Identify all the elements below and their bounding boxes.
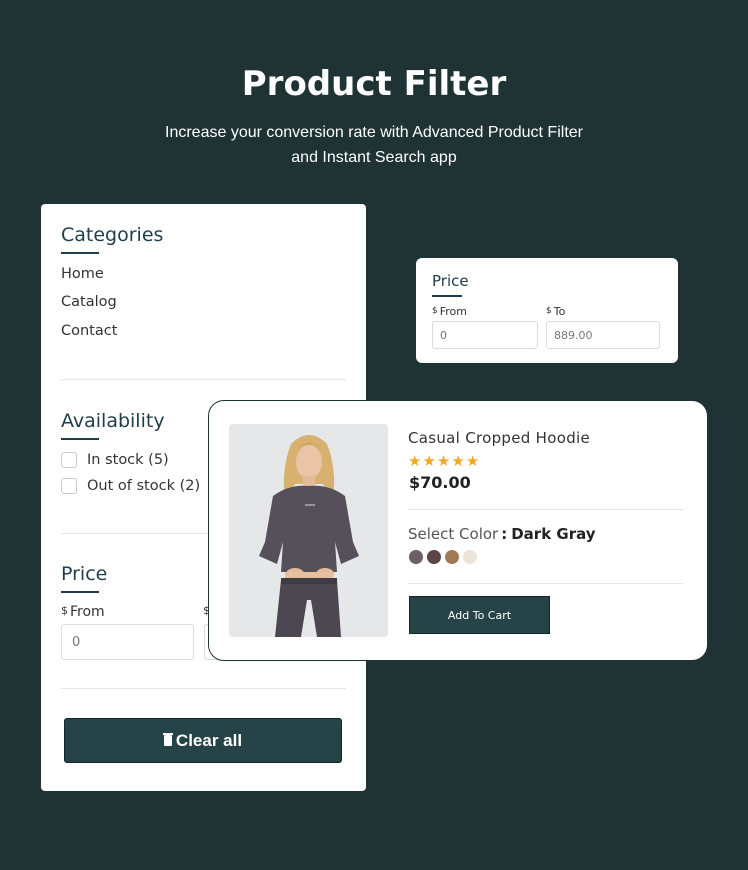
- star-icon: ★: [451, 452, 465, 470]
- price-card-title: Price: [432, 272, 469, 290]
- category-link-home[interactable]: Home: [61, 266, 104, 282]
- section-divider: [61, 688, 346, 689]
- clear-all-label: Clear all: [175, 730, 243, 750]
- price-underline: [61, 591, 99, 593]
- color-swatch[interactable]: [409, 550, 423, 564]
- in-stock-label: In stock (5): [87, 452, 169, 468]
- category-link-catalog[interactable]: Catalog: [61, 294, 117, 310]
- card-divider: [408, 509, 683, 510]
- price-card-underline: [432, 295, 462, 297]
- product-price: $70.00: [409, 473, 471, 492]
- page-title: Product Filter: [241, 64, 507, 104]
- availability-title: Availability: [61, 410, 165, 432]
- price-card-from-input[interactable]: [432, 321, 538, 349]
- selected-color: Dark Gray: [511, 525, 596, 543]
- color-swatch[interactable]: [427, 550, 441, 564]
- out-of-stock-checkbox[interactable]: [61, 478, 77, 494]
- card-divider: [408, 583, 683, 584]
- availability-option-out-of-stock[interactable]: Out of stock (2): [61, 478, 200, 494]
- category-link-contact[interactable]: Contact: [61, 323, 117, 339]
- star-icon: ★: [436, 452, 451, 470]
- star-icon: ★: [465, 452, 480, 470]
- categories-title: Categories: [61, 224, 164, 246]
- price-from-input[interactable]: [61, 624, 194, 660]
- color-swatch[interactable]: [463, 550, 477, 564]
- price-filter-card: Price $From $To: [416, 258, 678, 363]
- color-selector-label: Select Color: Dark Gray: [408, 525, 596, 543]
- color-swatch[interactable]: [445, 550, 459, 564]
- categories-underline: [61, 252, 99, 254]
- price-from-label: $ From: [61, 604, 105, 620]
- product-card: Casual Cropped Hoodie ★ ★ ★ ★ ★ $70.00 S…: [208, 400, 708, 661]
- trash-icon: [162, 733, 173, 746]
- star-icon: ★: [422, 452, 436, 470]
- price-card-to-label: $ To: [546, 305, 566, 318]
- availability-option-in-stock[interactable]: In stock (5): [61, 452, 169, 468]
- availability-underline: [61, 438, 99, 440]
- out-of-stock-label: Out of stock (2): [87, 478, 201, 494]
- page-subtitle: Increase your conversion rate with Advan…: [165, 124, 583, 166]
- section-divider: [61, 379, 346, 380]
- product-image[interactable]: [229, 424, 388, 637]
- in-stock-checkbox[interactable]: [61, 452, 77, 468]
- price-card-from-label: $ From: [432, 305, 467, 318]
- color-swatches: [409, 550, 477, 564]
- product-name[interactable]: Casual Cropped Hoodie: [408, 429, 590, 447]
- price-card-to-input[interactable]: [546, 321, 660, 349]
- add-to-cart-button[interactable]: Add To Cart: [409, 596, 550, 634]
- star-icon: ★: [408, 452, 422, 470]
- price-title: Price: [61, 563, 108, 585]
- clear-all-button[interactable]: Clear all: [64, 718, 342, 763]
- product-rating: ★ ★ ★ ★ ★: [408, 453, 479, 469]
